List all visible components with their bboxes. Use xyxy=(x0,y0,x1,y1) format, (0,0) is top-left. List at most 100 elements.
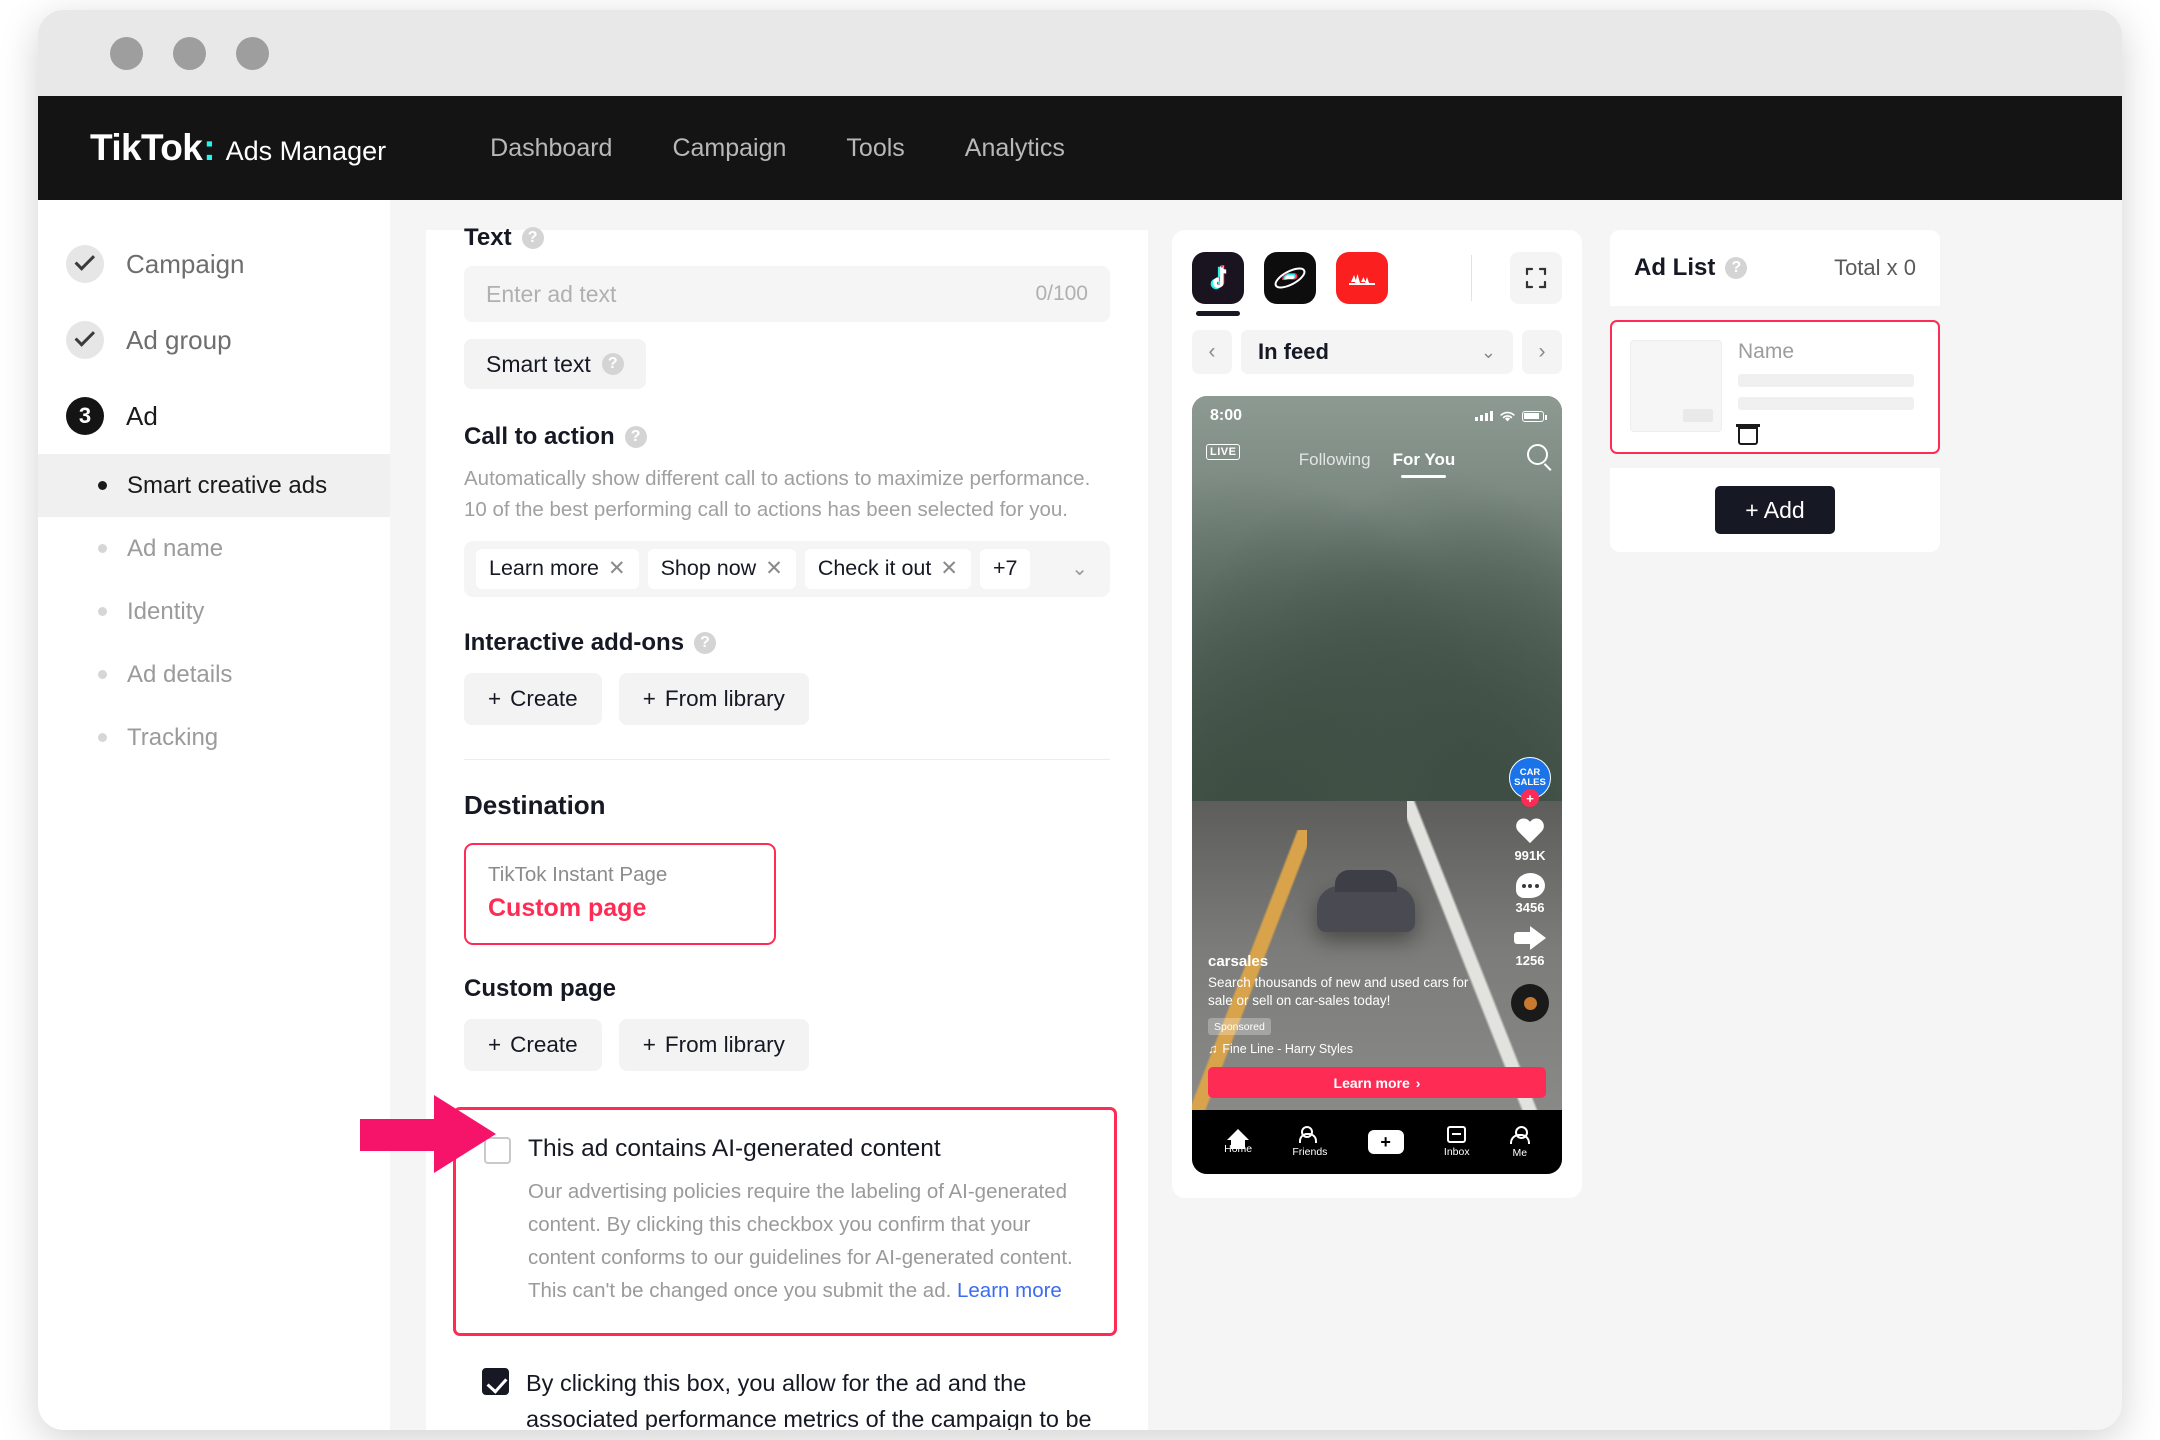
music-disc-icon[interactable] xyxy=(1511,984,1549,1022)
nav-home[interactable]: Home xyxy=(1224,1129,1252,1155)
follow-plus-icon[interactable]: + xyxy=(1521,789,1539,807)
sidebar-item-ad-name[interactable]: Ad name xyxy=(38,517,390,580)
nav-friends[interactable]: Friends xyxy=(1292,1126,1327,1158)
custom-page-create-button[interactable]: + Create xyxy=(464,1019,602,1071)
window-minimize-button[interactable] xyxy=(173,37,206,70)
tiktok-icon[interactable] xyxy=(1192,252,1244,304)
step-label-campaign: Campaign xyxy=(126,249,245,280)
cta-chip-check-it-out[interactable]: Check it out ✕ xyxy=(805,549,971,589)
custom-page-create-label: Create xyxy=(510,1032,578,1058)
sidebar-step-campaign[interactable]: Campaign xyxy=(38,226,390,302)
cta-chip-learn-more[interactable]: Learn more ✕ xyxy=(476,549,639,589)
window-titlebar xyxy=(38,10,2122,96)
engagement-rail: CAR SALES + 991K 3456 xyxy=(1509,757,1551,1022)
bullet-icon xyxy=(98,670,107,679)
ai-checkbox-row[interactable]: This ad contains AI-generated content xyxy=(484,1135,1086,1164)
nav-inbox[interactable]: Inbox xyxy=(1444,1126,1470,1158)
page-content: Campaign Ad group 3 Ad Smart creative ad… xyxy=(38,200,2122,1430)
helo-icon[interactable] xyxy=(1336,252,1388,304)
help-icon[interactable]: ? xyxy=(625,426,647,448)
preview-cta-button[interactable]: Learn more › xyxy=(1208,1067,1546,1098)
sidebar-item-ad-details[interactable]: Ad details xyxy=(38,643,390,706)
ad-list-item[interactable]: Name xyxy=(1610,320,1940,454)
comment-control[interactable]: 3456 xyxy=(1516,873,1545,915)
creative-center-consent-row[interactable]: By clicking this box, you allow for the … xyxy=(482,1366,1110,1430)
ad-account-name[interactable]: carsales xyxy=(1208,953,1474,970)
nav-link-tools[interactable]: Tools xyxy=(816,134,934,163)
like-control[interactable]: 991K xyxy=(1514,819,1545,863)
ad-text-input[interactable]: Enter ad text 0/100 xyxy=(464,266,1110,322)
cta-label: Call to action xyxy=(464,423,615,451)
previous-placement-button[interactable]: ‹ xyxy=(1192,330,1232,374)
profile-icon xyxy=(1510,1126,1530,1144)
tab-for-you[interactable]: For You xyxy=(1393,450,1456,470)
tab-following[interactable]: Following xyxy=(1299,450,1371,470)
step-complete-icon xyxy=(66,321,104,359)
music-info[interactable]: ♫ Fine Line - Harry Styles xyxy=(1208,1042,1474,1056)
cta-chip-bar[interactable]: Learn more ✕ Shop now ✕ Check it out ✕ +… xyxy=(464,541,1110,597)
brand-subtitle: Ads Manager xyxy=(226,136,387,167)
pangle-icon[interactable] xyxy=(1264,252,1316,304)
close-icon[interactable]: ✕ xyxy=(940,558,958,579)
help-icon[interactable]: ? xyxy=(602,353,624,375)
cta-chip-overflow[interactable]: +7 xyxy=(980,549,1031,589)
nav-me[interactable]: Me xyxy=(1510,1126,1530,1159)
ad-text-placeholder: Enter ad text xyxy=(486,281,616,308)
sponsored-badge: Sponsored xyxy=(1208,1018,1271,1035)
expand-icon[interactable] xyxy=(1510,252,1562,304)
like-count: 991K xyxy=(1514,848,1545,863)
close-icon[interactable]: ✕ xyxy=(608,558,626,579)
addons-from-library-button[interactable]: + From library xyxy=(619,673,809,725)
battery-icon xyxy=(1522,411,1544,422)
addons-create-button[interactable]: + Create xyxy=(464,673,602,725)
sidebar-item-tracking[interactable]: Tracking xyxy=(38,706,390,769)
close-icon[interactable]: ✕ xyxy=(765,558,783,579)
comment-count: 3456 xyxy=(1516,900,1545,915)
destination-instant-page-card[interactable]: TikTok Instant Page Custom page xyxy=(464,843,776,945)
step-complete-icon xyxy=(66,245,104,283)
ad-form-panel: Text ? Enter ad text 0/100 Smart text ? … xyxy=(426,230,1148,1430)
search-icon[interactable] xyxy=(1527,444,1548,465)
help-icon[interactable]: ? xyxy=(694,632,716,654)
creative-center-checkbox[interactable] xyxy=(482,1368,509,1395)
chevron-down-icon[interactable]: ⌄ xyxy=(1071,556,1098,581)
placement-dropdown[interactable]: In feed ⌄ xyxy=(1241,330,1513,374)
nav-link-dashboard[interactable]: Dashboard xyxy=(460,134,642,163)
add-ad-button[interactable]: + Add xyxy=(1715,486,1834,534)
custom-page-button-row: + Create + From library xyxy=(464,1019,1110,1071)
next-placement-button[interactable]: › xyxy=(1522,330,1562,374)
text-field-label: Text ? xyxy=(464,224,1110,252)
tiktok-ads-manager-logo[interactable]: TikTok : Ads Manager xyxy=(90,127,386,169)
sidebar-label-ad-details: Ad details xyxy=(127,661,232,689)
nav-link-campaign[interactable]: Campaign xyxy=(642,134,816,163)
ai-learn-more-link[interactable]: Learn more xyxy=(957,1279,1062,1302)
signal-icon xyxy=(1475,411,1493,421)
section-divider xyxy=(464,759,1110,760)
nav-create[interactable]: + xyxy=(1368,1130,1404,1154)
delete-icon[interactable] xyxy=(1738,423,1758,445)
sidebar-item-smart-creative-ads[interactable]: Smart creative ads xyxy=(38,454,390,517)
helo-wave-icon xyxy=(1347,269,1377,287)
help-icon[interactable]: ? xyxy=(1725,257,1747,279)
sidebar-step-ad-group[interactable]: Ad group xyxy=(38,302,390,378)
avatar[interactable]: CAR SALES + xyxy=(1509,757,1551,799)
ad-preview-panel: ‹ In feed ⌄ › 8:00 xyxy=(1172,230,1582,1430)
help-icon[interactable]: ? xyxy=(522,227,544,249)
sidebar-step-ad[interactable]: 3 Ad xyxy=(38,378,390,454)
cta-chip-shop-now[interactable]: Shop now ✕ xyxy=(648,549,796,589)
window-close-button[interactable] xyxy=(110,37,143,70)
nav-link-analytics[interactable]: Analytics xyxy=(935,134,1095,163)
nav-friends-label: Friends xyxy=(1292,1146,1327,1158)
ad-item-details: Name xyxy=(1738,340,1914,445)
browser-window: TikTok : Ads Manager Dashboard Campaign … xyxy=(38,10,2122,1430)
ad-thumbnail xyxy=(1630,340,1722,432)
ai-checkbox-label: This ad contains AI-generated content xyxy=(528,1135,941,1163)
custom-page-from-library-button[interactable]: + From library xyxy=(619,1019,809,1071)
sidebar-item-identity[interactable]: Identity xyxy=(38,580,390,643)
ad-list-title-group: Ad List ? xyxy=(1634,254,1747,282)
destination-card-subtitle: TikTok Instant Page xyxy=(488,863,752,887)
window-maximize-button[interactable] xyxy=(236,37,269,70)
chevron-down-icon[interactable]: ⌄ xyxy=(1481,342,1496,363)
share-control[interactable]: 1256 xyxy=(1514,925,1546,968)
smart-text-button[interactable]: Smart text ? xyxy=(464,339,646,389)
